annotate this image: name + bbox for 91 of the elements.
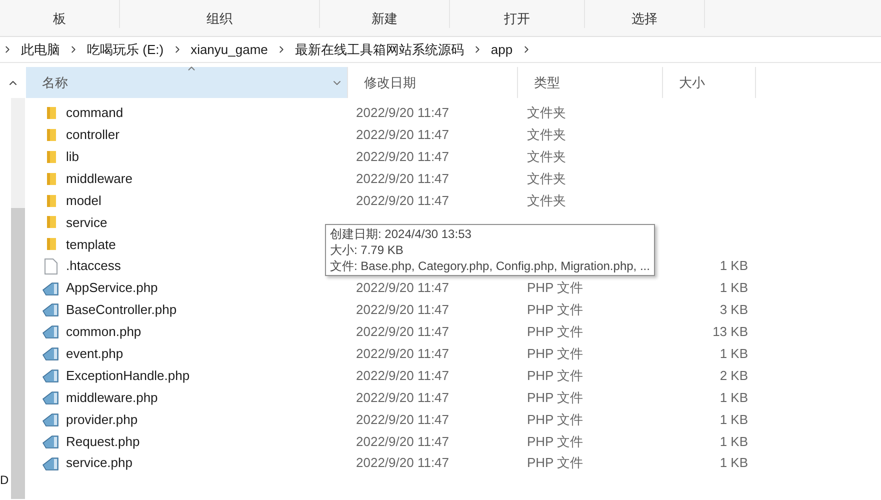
file-name[interactable]: .htaccess (66, 256, 121, 276)
file-name[interactable]: middleware.php (66, 388, 158, 408)
modified-date: 2022/9/20 11:47 (356, 280, 450, 296)
modified-date: 2022/9/20 11:47 (356, 390, 450, 405)
file-size: 3 KB (720, 301, 748, 320)
modified-date: 2022/9/20 11:47 (356, 127, 450, 142)
modified-date: 2022/9/20 11:47 (356, 368, 450, 383)
file-name[interactable]: model (66, 190, 102, 210)
file-type: 文件夹 (527, 192, 566, 208)
file-size: 2 KB (720, 366, 748, 385)
folder-icon (45, 215, 57, 230)
modified-date: 2022/9/20 11:47 (356, 434, 450, 449)
ribbon-group-label: 组织 (206, 10, 232, 28)
folder-icon (45, 194, 57, 208)
file-name[interactable]: service (66, 212, 108, 232)
file-type: PHP 文件 (527, 455, 584, 470)
file-type: PHP 文件 (527, 346, 584, 361)
scrollbar[interactable] (11, 98, 25, 499)
file-name[interactable]: lib (66, 146, 80, 166)
file-name[interactable]: ExceptionHandle.php (66, 366, 190, 386)
file-size: 1 KB (720, 454, 748, 472)
modified-date: 2022/9/20 11:47 (356, 412, 450, 427)
file-name[interactable]: AppService.php (66, 278, 158, 298)
breadcrumb-item[interactable]: 吃喝玩乐 (E:) (87, 40, 164, 60)
file-name[interactable]: controller (66, 125, 120, 145)
file-size: 1 KB (720, 388, 748, 407)
tooltip-line: 文件: Base.php, Category.php, Config.php, Migration.php, ... (330, 258, 650, 274)
ribbon-group-label: 选择 (632, 10, 658, 28)
script-file-icon (42, 324, 60, 340)
file-type: 文件夹 (527, 105, 566, 120)
ribbon-group-label: 板 (53, 10, 66, 28)
column-header[interactable]: 类型 (518, 67, 663, 98)
script-file-icon (42, 302, 60, 318)
file-size: 1 KB (720, 279, 748, 298)
breadcrumb-item[interactable]: 最新在线工具箱网站系统源码 (294, 40, 464, 60)
script-file-icon (42, 390, 60, 406)
modified-date: 2022/9/20 11:47 (356, 324, 450, 340)
file-name[interactable]: common.php (66, 322, 142, 342)
script-file-icon (42, 368, 60, 384)
script-file-icon (42, 346, 60, 362)
column-header[interactable]: 修改日期 (348, 67, 518, 98)
nav-item[interactable]: D (0, 473, 9, 487)
file-type: 文件夹 (527, 170, 566, 186)
file-name[interactable]: BaseController.php (66, 300, 177, 320)
file-type: PHP 文件 (527, 412, 584, 427)
ribbon-group-label: 打开 (504, 10, 530, 28)
folder-icon (45, 237, 57, 252)
file-icon (44, 258, 58, 275)
breadcrumb-item[interactable]: app (490, 40, 513, 60)
breadcrumb-item[interactable]: 此电脑 (21, 40, 60, 60)
file-type: PHP 文件 (527, 302, 584, 318)
modified-date: 2022/9/20 11:47 (356, 170, 450, 186)
file-name[interactable]: provider.php (66, 410, 138, 430)
folder-icon (45, 172, 57, 186)
column-header[interactable]: 大小 (663, 67, 756, 98)
file-name[interactable]: service.php (66, 453, 132, 473)
script-file-icon (42, 456, 60, 471)
modified-date: 2022/9/20 11:47 (356, 192, 450, 208)
folder-icon (45, 150, 57, 164)
file-size: 1 KB (720, 344, 748, 363)
file-size: 1 KB (720, 432, 748, 451)
modified-date: 2022/9/20 11:47 (356, 455, 450, 470)
folder-icon (45, 106, 57, 120)
modified-date: 2022/9/20 11:47 (356, 148, 450, 164)
modified-date: 2022/9/20 11:47 (356, 346, 450, 361)
file-type: PHP 文件 (527, 368, 584, 383)
file-name[interactable]: event.php (66, 344, 124, 364)
tooltip-line: 大小: 7.79 KB (330, 242, 404, 258)
modified-date: 2022/9/20 11:47 (356, 105, 450, 120)
script-file-icon (42, 434, 60, 449)
file-type: PHP 文件 (527, 324, 584, 340)
file-type: PHP 文件 (527, 434, 584, 449)
folder-icon (45, 128, 57, 142)
breadcrumb-item[interactable]: xianyu_game (190, 40, 268, 60)
file-type: 文件夹 (527, 127, 566, 142)
column-header[interactable]: 名称 (26, 67, 348, 98)
file-size: 1 KB (720, 410, 748, 429)
file-name[interactable]: Request.php (66, 432, 140, 452)
file-name[interactable]: command (66, 103, 124, 123)
file-name[interactable]: template (66, 234, 116, 254)
file-type: PHP 文件 (527, 280, 584, 296)
file-size: 13 KB (712, 323, 748, 342)
file-name[interactable]: middleware (66, 168, 132, 188)
script-file-icon (42, 280, 60, 296)
file-type: 文件夹 (527, 148, 566, 164)
tooltip-line: 创建日期: 2024/4/30 13:53 (330, 226, 472, 242)
file-type: PHP 文件 (527, 390, 584, 405)
ribbon-group-label: 新建 (372, 10, 398, 28)
script-file-icon (42, 412, 60, 427)
file-size: 1 KB (720, 257, 748, 276)
modified-date: 2022/9/20 11:47 (356, 302, 450, 318)
